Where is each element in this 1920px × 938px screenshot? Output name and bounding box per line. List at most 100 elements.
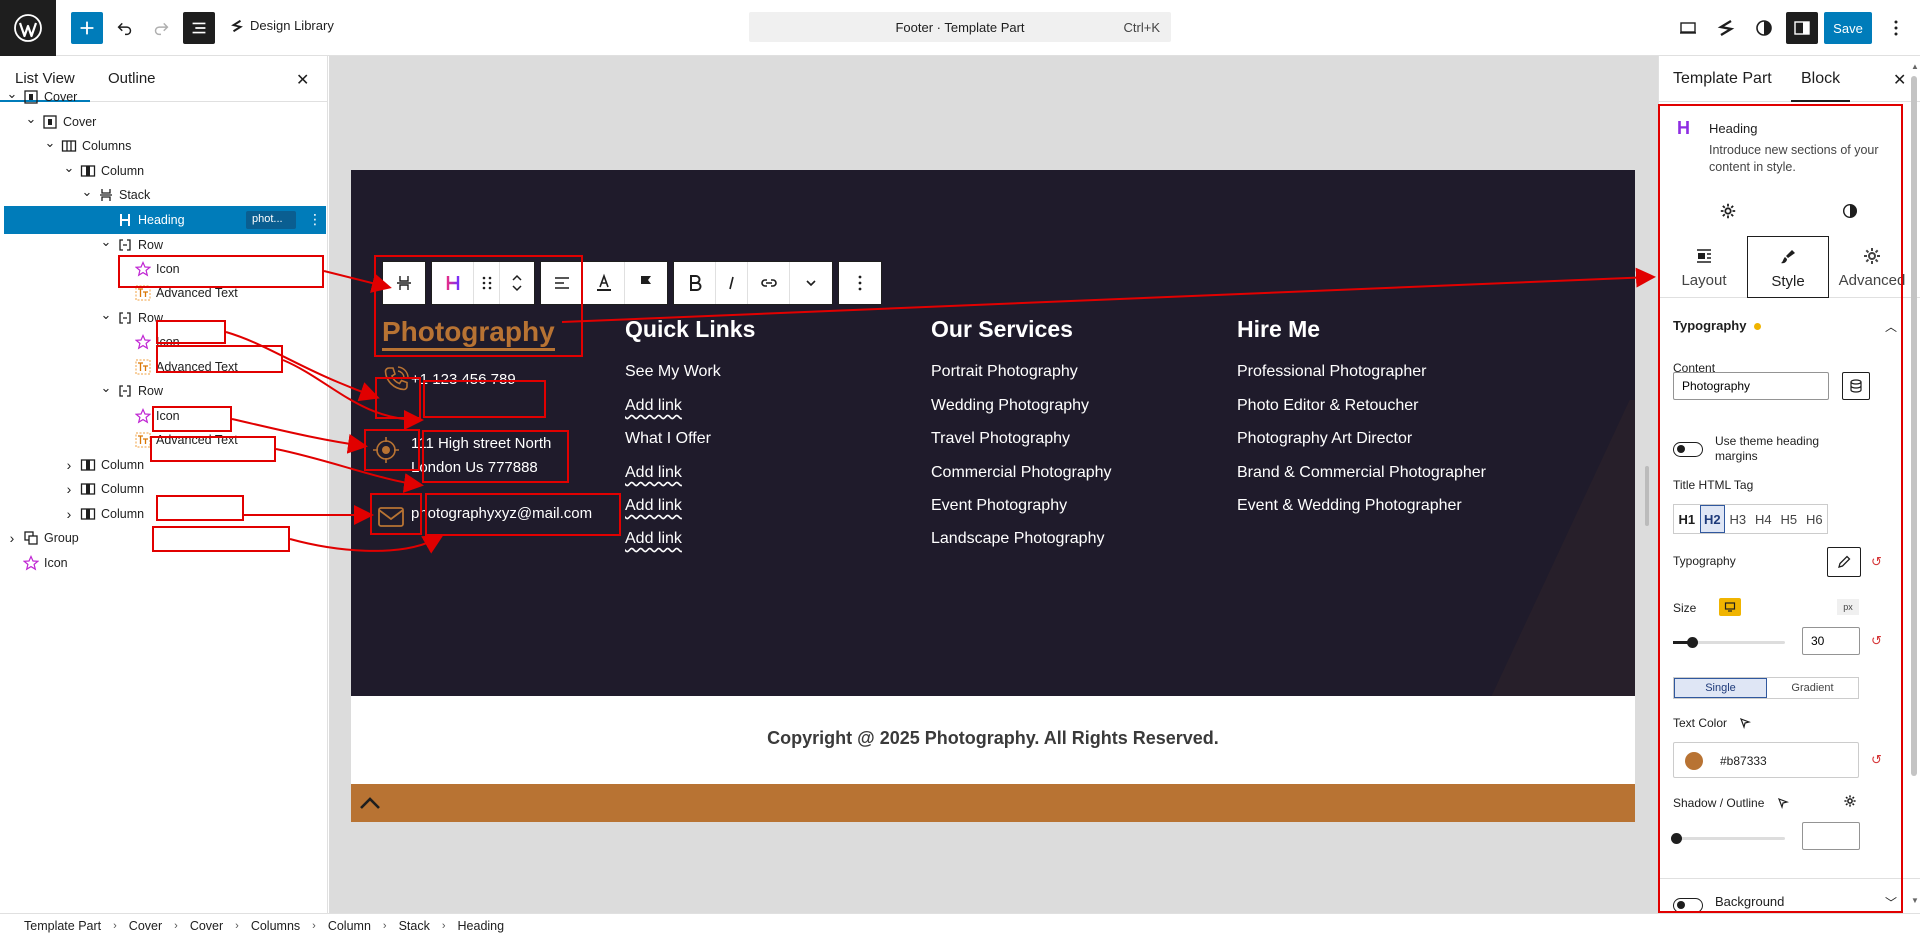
tree-item-stack[interactable]: ⌄ Stack <box>0 181 327 209</box>
more-vertical-icon[interactable] <box>839 262 881 304</box>
tab-advanced[interactable]: Advanced <box>1831 236 1913 298</box>
link-icon[interactable] <box>748 262 790 304</box>
chevron-down-icon[interactable]: ⌄ <box>25 111 37 126</box>
settings-sidebar-button[interactable] <box>1786 12 1818 44</box>
contact-address-line2[interactable]: London Us 777888 <box>411 456 538 480</box>
undo-button[interactable] <box>109 12 141 44</box>
cursor-icon[interactable] <box>1739 717 1751 729</box>
contact-email[interactable]: photographyxyz@mail.com <box>411 502 592 526</box>
size-unit[interactable]: px <box>1837 599 1859 615</box>
add-block-button[interactable] <box>71 12 103 44</box>
canvas-resize-handle[interactable] <box>1645 466 1649 526</box>
chevron-down-icon[interactable]: ⌄ <box>81 184 93 199</box>
fill-mode-single[interactable]: Single <box>1674 678 1767 698</box>
footer-heading[interactable]: Photography <box>382 316 555 351</box>
tree-item-icon[interactable]: Icon <box>0 549 327 577</box>
chevron-right-icon[interactable]: › <box>63 506 75 522</box>
quick-link[interactable]: Add link <box>625 497 682 515</box>
drag-handle-icon[interactable] <box>474 262 500 304</box>
breadcrumb-item[interactable]: Stack <box>399 919 430 933</box>
chevron-up-icon[interactable] <box>357 792 383 814</box>
service-item[interactable]: Portrait Photography <box>931 363 1078 381</box>
quick-link[interactable]: Add link <box>625 530 682 548</box>
location-icon[interactable] <box>366 430 406 470</box>
chevron-down-icon[interactable]: ⌄ <box>100 234 112 249</box>
cursor-icon[interactable] <box>1777 797 1789 809</box>
shadow-input[interactable] <box>1802 822 1860 850</box>
tab-template-part[interactable]: Template Part <box>1673 70 1772 88</box>
service-item[interactable]: Travel Photography <box>931 430 1070 448</box>
gear-icon[interactable] <box>1843 794 1857 808</box>
bold-icon[interactable] <box>674 262 716 304</box>
chevron-down-icon[interactable]: ⌄ <box>100 307 112 322</box>
size-slider-thumb[interactable] <box>1687 637 1699 648</box>
breadcrumb-item[interactable]: Columns <box>251 919 300 933</box>
theme-margins-toggle[interactable] <box>1673 442 1703 457</box>
footer-cover[interactable]: Photography +1 123 456 789 111 High stre… <box>351 170 1635 696</box>
more-vertical-icon[interactable]: ⋮ <box>308 211 322 228</box>
quick-link[interactable]: Add link <box>625 397 682 415</box>
shadow-slider-thumb[interactable] <box>1671 833 1682 844</box>
desktop-device-icon[interactable] <box>1719 598 1741 616</box>
chevron-down-icon[interactable] <box>790 262 832 304</box>
tree-item-advanced-text[interactable]: Advanced Text <box>0 426 327 454</box>
quick-link[interactable]: What I Offer <box>625 430 711 448</box>
scroll-down-icon[interactable]: ▼ <box>1911 896 1919 905</box>
redo-button[interactable] <box>145 12 177 44</box>
service-item[interactable]: Event Photography <box>931 497 1067 515</box>
chevron-down-icon[interactable]: ⌄ <box>100 380 112 395</box>
background-toggle[interactable] <box>1673 898 1703 913</box>
tag-h3[interactable]: H3 <box>1725 505 1751 533</box>
reset-icon[interactable]: ↺ <box>1871 633 1882 649</box>
hire-item[interactable]: Brand & Commercial Photographer <box>1237 464 1486 482</box>
chevron-down-icon[interactable]: ⌄ <box>44 135 56 150</box>
typography-section-header[interactable]: Typography <box>1673 318 1762 333</box>
select-parent-stack-icon[interactable] <box>383 262 425 304</box>
chevron-right-icon[interactable]: › <box>6 530 18 546</box>
device-preview-button[interactable] <box>1672 12 1704 44</box>
hire-heading[interactable]: Hire Me <box>1237 316 1320 343</box>
fill-mode-gradient[interactable]: Gradient <box>1767 678 1858 698</box>
hire-item[interactable]: Professional Photographer <box>1237 363 1426 381</box>
tag-h4[interactable]: H4 <box>1751 505 1777 533</box>
hire-item[interactable]: Photography Art Director <box>1237 430 1412 448</box>
chevron-down-icon[interactable]: ⌄ <box>63 160 75 175</box>
tree-item-advanced-text[interactable]: Advanced Text <box>0 279 327 307</box>
service-item[interactable]: Landscape Photography <box>931 530 1104 548</box>
service-item[interactable]: Commercial Photography <box>931 464 1112 482</box>
tab-layout[interactable]: Layout <box>1663 236 1745 298</box>
italic-icon[interactable] <box>716 262 748 304</box>
move-up-down-icon[interactable] <box>500 262 534 304</box>
shadow-slider[interactable] <box>1671 833 1785 844</box>
flag-icon[interactable] <box>625 262 667 304</box>
chevron-right-icon[interactable]: › <box>63 481 75 497</box>
tree-item-group[interactable]: › Group <box>0 524 327 552</box>
tree-item-cover[interactable]: ⌄ Cover <box>0 83 327 111</box>
tree-item-row[interactable]: ⌄ Row <box>0 377 327 405</box>
align-left-icon[interactable] <box>541 262 583 304</box>
reset-icon[interactable]: ↺ <box>1871 554 1882 570</box>
chevron-right-icon[interactable]: › <box>63 457 75 473</box>
tree-item-heading[interactable]: Heading phot... ⋮ <box>4 206 326 234</box>
tag-h2[interactable]: H2 <box>1699 505 1725 533</box>
quick-links-heading[interactable]: Quick Links <box>625 316 755 343</box>
styles-button[interactable] <box>1748 12 1780 44</box>
tag-h6[interactable]: H6 <box>1802 505 1828 533</box>
command-palette-bar[interactable]: Footer · Template Part Ctrl+K <box>749 12 1171 42</box>
reset-icon[interactable]: ↺ <box>1871 752 1882 768</box>
services-heading[interactable]: Our Services <box>931 316 1073 343</box>
service-item[interactable]: Wedding Photography <box>931 397 1089 415</box>
scroll-up-icon[interactable]: ▲ <box>1911 62 1919 71</box>
breadcrumb-item[interactable]: Template Part <box>24 919 101 933</box>
edit-typography-button[interactable] <box>1827 547 1861 577</box>
tag-h1[interactable]: H1 <box>1674 505 1700 533</box>
chevron-up-icon[interactable]: ︿ <box>1885 318 1897 335</box>
dynamic-content-button[interactable] <box>1842 372 1870 400</box>
contrast-icon[interactable] <box>1841 202 1859 220</box>
gear-icon[interactable] <box>1719 202 1737 220</box>
quick-link[interactable]: See My Work <box>625 363 721 381</box>
breadcrumb-item[interactable]: Heading <box>458 919 505 933</box>
breadcrumb-item[interactable]: Column <box>328 919 371 933</box>
size-input[interactable] <box>1802 627 1860 655</box>
design-library-button[interactable]: Design Library <box>230 18 334 33</box>
